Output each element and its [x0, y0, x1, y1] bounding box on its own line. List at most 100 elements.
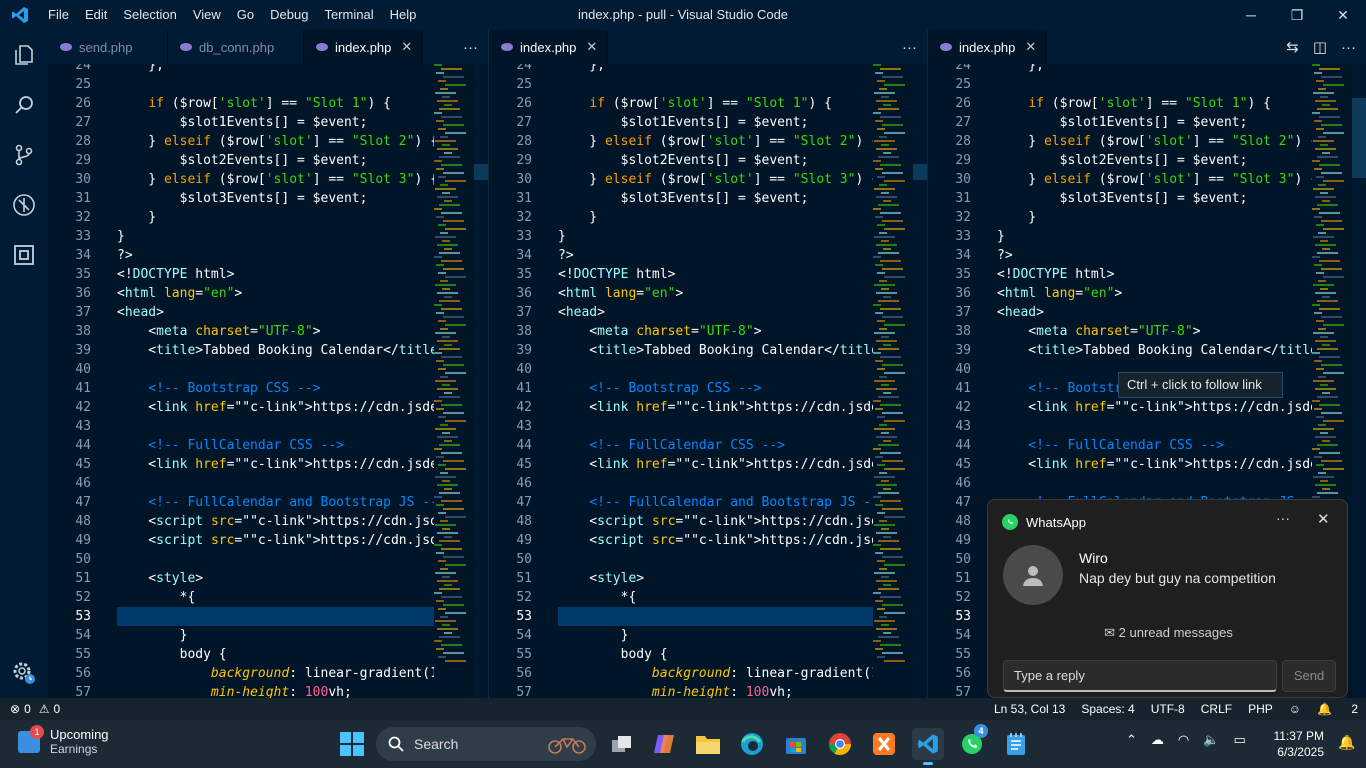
minimap-line — [1322, 200, 1330, 202]
menu-file[interactable]: File — [40, 0, 77, 30]
task-view-icon[interactable] — [606, 728, 638, 760]
minimap-line — [438, 464, 446, 466]
show-hidden-icons-icon[interactable]: ⌃ — [1126, 732, 1137, 748]
menu-go[interactable]: Go — [229, 0, 262, 30]
code-text: <head> — [117, 305, 164, 320]
start-button[interactable] — [340, 732, 364, 756]
file-explorer-icon[interactable] — [692, 728, 724, 760]
microsoft-store-icon[interactable] — [780, 728, 812, 760]
send-button[interactable]: Send — [1282, 660, 1336, 692]
minimap-line — [443, 316, 464, 318]
split-editor-icon[interactable]: ◫ — [1313, 38, 1327, 56]
minimap-line — [879, 232, 887, 234]
minimap-line — [440, 136, 448, 138]
widgets-button[interactable]: 1 Upcoming Earnings — [18, 724, 109, 756]
code-line: 46 — [928, 474, 1312, 493]
line-number: 38 — [955, 324, 971, 339]
minimap-line — [877, 608, 885, 610]
more-actions-icon[interactable]: ··· — [902, 39, 917, 56]
minimap[interactable] — [434, 64, 474, 698]
minimap-line — [878, 156, 899, 158]
system-tray: ⌃ ☁ ◠ 🔈 ▭ — [1126, 732, 1246, 748]
scrollbar[interactable] — [1352, 64, 1366, 698]
feedback-icon[interactable]: ☺ — [1289, 702, 1301, 716]
volume-icon[interactable]: 🔈 — [1203, 732, 1219, 748]
line-number: 55 — [75, 647, 91, 662]
close-tab-icon[interactable]: ✕ — [1025, 39, 1036, 55]
code-editor[interactable]: 24 }; 25 26 if ($row['slot'] == "Slot 1") … — [489, 64, 873, 698]
more-options-icon[interactable]: ··· — [1276, 510, 1290, 526]
minimap-line — [1317, 444, 1338, 446]
close-tab-icon[interactable]: ✕ — [586, 39, 597, 55]
whatsapp-notification[interactable]: WhatsApp ··· ✕ Wiro Nap dey but guy na c… — [987, 499, 1348, 698]
minimap-line — [442, 96, 450, 98]
code-editor[interactable]: 24 }; 25 26 if ($row['slot'] == "Slot 1") … — [48, 64, 434, 698]
minimap-line — [436, 456, 444, 458]
minimap-line — [874, 140, 895, 142]
scrollbar[interactable] — [474, 64, 488, 698]
search-icon[interactable] — [0, 80, 48, 130]
minimap-line — [445, 612, 466, 614]
indentation[interactable]: Spaces: 4 — [1081, 702, 1134, 716]
tab-index-php[interactable]: index.php ✕ — [489, 30, 609, 64]
tab-send-php[interactable]: send.php — [48, 30, 168, 64]
notifications[interactable]: 🔔 2 — [1317, 702, 1358, 716]
menu-selection[interactable]: Selection — [115, 0, 184, 30]
language-mode[interactable]: PHP — [1248, 702, 1273, 716]
wifi-icon[interactable]: ◠ — [1178, 732, 1189, 748]
close-tab-icon[interactable]: ✕ — [401, 39, 412, 55]
minimap-line — [1312, 448, 1320, 450]
line-number: 24 — [516, 64, 532, 73]
minimize-button[interactable]: ─ — [1228, 0, 1274, 30]
whatsapp-taskbar-icon[interactable]: 4 — [956, 724, 988, 760]
onedrive-icon[interactable]: ☁ — [1151, 732, 1164, 748]
menu-terminal[interactable]: Terminal — [316, 0, 381, 30]
problems-indicator[interactable]: ⊗ 0 ⚠ 0 — [0, 702, 60, 716]
more-actions-icon[interactable]: ··· — [463, 39, 478, 56]
notification-center-icon[interactable]: 🔔 — [1338, 734, 1355, 751]
close-icon[interactable]: ✕ — [1317, 510, 1330, 528]
line-number: 32 — [955, 210, 971, 225]
chrome-icon[interactable] — [824, 728, 856, 760]
clock[interactable]: 11:37 PM 6/3/2025 — [1272, 728, 1324, 760]
taskbar-search[interactable]: Search — [376, 727, 596, 761]
run-debug-icon[interactable] — [0, 180, 48, 230]
minimap-line — [436, 216, 444, 218]
open-changes-icon[interactable]: ⇆ — [1286, 38, 1299, 56]
minimap-line — [439, 540, 460, 542]
edge-icon[interactable] — [736, 728, 768, 760]
xampp-icon[interactable] — [868, 728, 900, 760]
vscode-taskbar-icon[interactable] — [912, 728, 944, 765]
notepad-icon[interactable] — [1000, 728, 1032, 760]
menu-view[interactable]: View — [185, 0, 229, 30]
encoding[interactable]: UTF-8 — [1151, 702, 1185, 716]
tab-db_conn-php[interactable]: db_conn.php — [168, 30, 304, 64]
copilot-icon[interactable] — [648, 728, 680, 760]
tab-index-php[interactable]: index.php ✕ — [304, 30, 424, 64]
manage-gear-icon[interactable] — [0, 648, 48, 698]
scrollbar[interactable] — [913, 64, 927, 698]
close-button[interactable]: ✕ — [1320, 0, 1366, 30]
restore-button[interactable]: ❐ — [1274, 0, 1320, 30]
reply-input[interactable]: Type a reply — [1003, 660, 1277, 692]
minimap-line — [884, 180, 905, 182]
cursor-position[interactable]: Ln 53, Col 13 — [994, 702, 1065, 716]
battery-icon[interactable]: ▭ — [1233, 732, 1245, 748]
minimap-line — [882, 460, 903, 462]
line-ending[interactable]: CRLF — [1201, 702, 1232, 716]
minimap-line — [441, 308, 462, 310]
explorer-icon[interactable] — [0, 30, 48, 80]
menu-edit[interactable]: Edit — [77, 0, 115, 30]
tab-index-php[interactable]: index.php ✕ — [928, 30, 1048, 64]
minimap-line — [1321, 220, 1342, 222]
menu-help[interactable]: Help — [382, 0, 425, 30]
minimap[interactable] — [873, 64, 913, 698]
minimap-line — [883, 152, 891, 154]
source-control-icon[interactable] — [0, 130, 48, 180]
extensions-icon[interactable] — [0, 230, 48, 280]
more-actions-icon[interactable]: ··· — [1341, 39, 1356, 56]
menu-debug[interactable]: Debug — [262, 0, 316, 30]
minimap-line — [1316, 320, 1324, 322]
minimap-line — [443, 220, 464, 222]
line-number: 30 — [516, 172, 532, 187]
